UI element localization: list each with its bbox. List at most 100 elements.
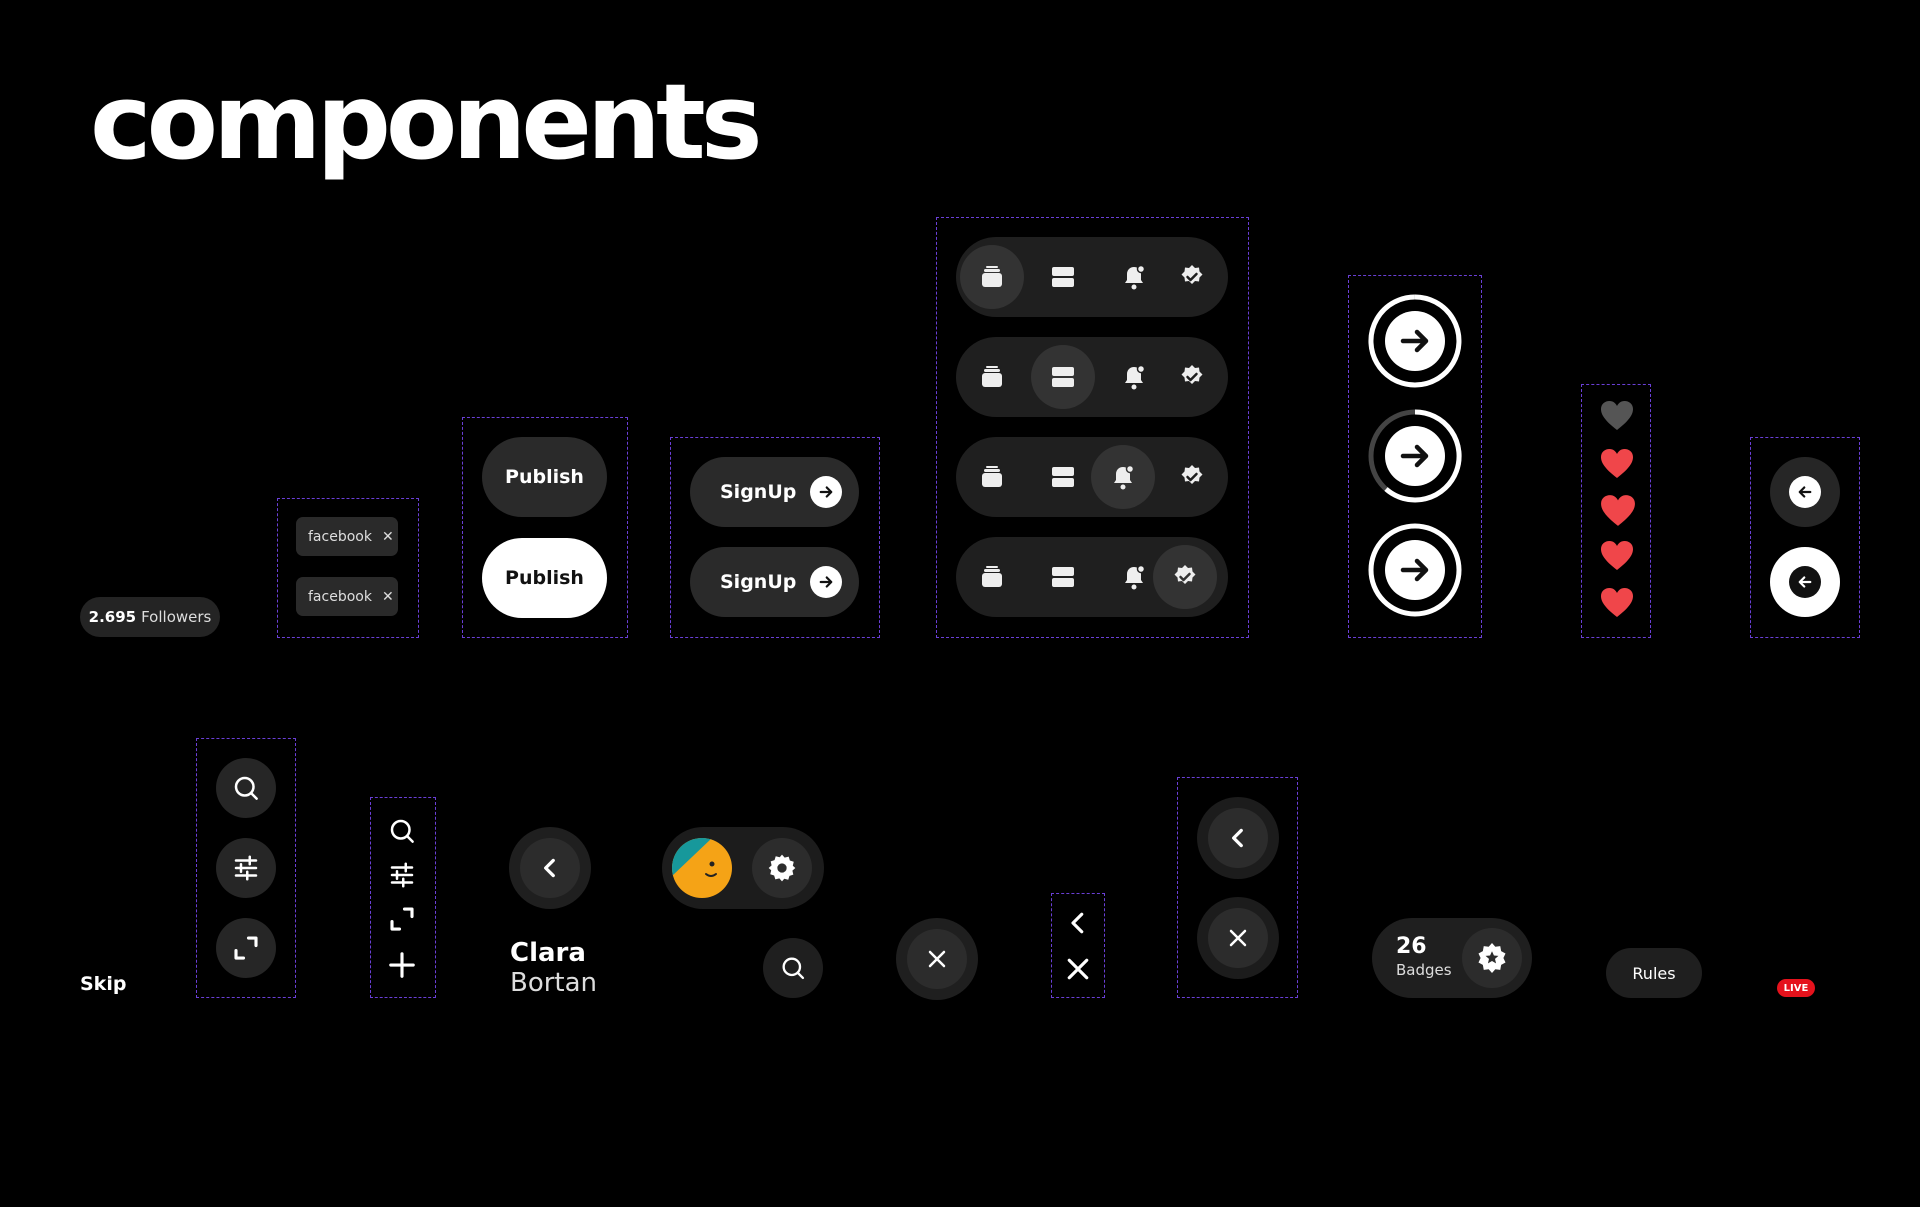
live-label: LIVE <box>1783 982 1809 994</box>
heart-icon[interactable] <box>1600 400 1634 432</box>
tab-list[interactable] <box>1031 445 1095 509</box>
sliders-icon[interactable] <box>387 860 417 890</box>
publish-button-light[interactable]: Publish <box>482 538 607 618</box>
arrow-left-icon <box>1789 566 1821 598</box>
badges-pill[interactable]: 26 Badges <box>1372 918 1532 998</box>
tab-notifications[interactable] <box>1102 245 1166 309</box>
avatar[interactable] <box>672 838 732 898</box>
search-button[interactable] <box>763 938 823 998</box>
verified-icon <box>1174 565 1196 584</box>
rules-label: Rules <box>1632 963 1676 983</box>
tab-verified[interactable] <box>1160 445 1224 509</box>
tab-bar <box>956 337 1228 417</box>
list-icon <box>1052 367 1074 387</box>
back-button[interactable] <box>1770 457 1840 527</box>
chevron-left-icon[interactable] <box>1063 908 1093 938</box>
publish-button-dark[interactable]: Publish <box>482 437 607 517</box>
badge-star-button[interactable] <box>1462 928 1522 988</box>
tag-chip[interactable]: facebook ✕ <box>296 577 398 616</box>
chevron-left-icon <box>544 858 555 878</box>
publish-label: Publish <box>505 466 584 488</box>
tab-list[interactable] <box>1031 545 1095 609</box>
close-button[interactable] <box>896 918 978 1000</box>
heart-icon[interactable] <box>1600 494 1636 528</box>
progress-button[interactable] <box>1368 523 1462 617</box>
close-button-inner <box>907 929 967 989</box>
tag-label: facebook <box>308 528 372 545</box>
followers-label: Followers <box>141 608 212 626</box>
signup-label: SignUp <box>720 571 797 593</box>
settings-button[interactable] <box>752 838 812 898</box>
tag-label: facebook <box>308 588 372 605</box>
user-first-name: Clara <box>510 938 586 968</box>
badge-star-icon <box>1478 943 1506 973</box>
tab-inbox[interactable] <box>960 445 1024 509</box>
expand-button[interactable] <box>216 918 276 978</box>
close-icon[interactable]: ✕ <box>382 589 394 605</box>
live-badge: LIVE <box>1777 979 1815 997</box>
verified-icon <box>1181 365 1203 384</box>
tab-verified[interactable] <box>1160 345 1224 409</box>
progress-button[interactable] <box>1368 294 1462 388</box>
signup-button[interactable]: SignUp <box>690 457 859 527</box>
tab-list[interactable] <box>1031 245 1095 309</box>
tab-bar <box>956 237 1228 317</box>
arrow-right-icon <box>810 566 842 598</box>
bell-icon <box>1125 264 1146 290</box>
search-button[interactable] <box>216 758 276 818</box>
tab-verified[interactable] <box>1153 545 1217 609</box>
list-icon <box>1052 267 1074 287</box>
close-icon <box>1229 929 1247 947</box>
chevron-back-inner <box>520 838 580 898</box>
user-last-name: Bortan <box>510 968 598 998</box>
search-icon[interactable] <box>387 816 417 846</box>
plus-icon[interactable] <box>387 950 417 980</box>
close-icon[interactable]: ✕ <box>382 529 394 545</box>
bell-icon <box>1125 564 1146 590</box>
tab-inbox[interactable] <box>960 245 1024 309</box>
signup-button[interactable]: SignUp <box>690 547 859 617</box>
badges-count: 26 <box>1396 934 1427 959</box>
tab-verified[interactable] <box>1160 245 1224 309</box>
tab-list[interactable] <box>1031 345 1095 409</box>
search-icon <box>234 776 258 800</box>
followers-badge: 2.695 Followers <box>80 597 220 637</box>
chevron-left-icon <box>1232 828 1243 848</box>
tab-bar <box>956 437 1228 517</box>
filter-button[interactable] <box>216 838 276 898</box>
progress-button[interactable] <box>1368 409 1462 503</box>
skip-link[interactable]: Skip <box>80 973 126 995</box>
publish-label: Publish <box>505 567 584 589</box>
chevron-back-button[interactable] <box>509 827 591 909</box>
arrow-left-icon <box>1789 476 1821 508</box>
heart-icon[interactable] <box>1600 587 1634 619</box>
list-icon <box>1052 567 1074 587</box>
tab-notifications[interactable] <box>1091 445 1155 509</box>
tab-inbox[interactable] <box>960 545 1024 609</box>
bell-icon <box>1125 364 1146 390</box>
page-title: components <box>90 61 763 183</box>
inbox-icon <box>982 366 1002 387</box>
badges-text: 26 Badges <box>1396 934 1452 980</box>
badges-label: Badges <box>1396 961 1452 979</box>
tab-notifications[interactable] <box>1102 345 1166 409</box>
bell-icon <box>1114 464 1135 490</box>
verified-icon <box>1181 465 1203 484</box>
expand-icon <box>234 936 258 960</box>
inbox-icon <box>982 566 1002 587</box>
close-icon[interactable] <box>1063 954 1093 984</box>
tab-inbox[interactable] <box>960 345 1024 409</box>
expand-icon[interactable] <box>387 904 417 934</box>
chevron-back-button[interactable] <box>1197 797 1279 879</box>
tag-chip[interactable]: facebook ✕ <box>296 517 398 556</box>
heart-icon[interactable] <box>1600 540 1634 572</box>
gear-icon <box>768 854 796 882</box>
rules-button[interactable]: Rules <box>1606 948 1702 998</box>
heart-icon[interactable] <box>1600 448 1634 480</box>
signup-label: SignUp <box>720 481 797 503</box>
back-button[interactable] <box>1770 547 1840 617</box>
tab-bar <box>956 537 1228 617</box>
sliders-icon <box>234 855 258 881</box>
close-button-inner <box>1208 908 1268 968</box>
close-button[interactable] <box>1197 897 1279 979</box>
